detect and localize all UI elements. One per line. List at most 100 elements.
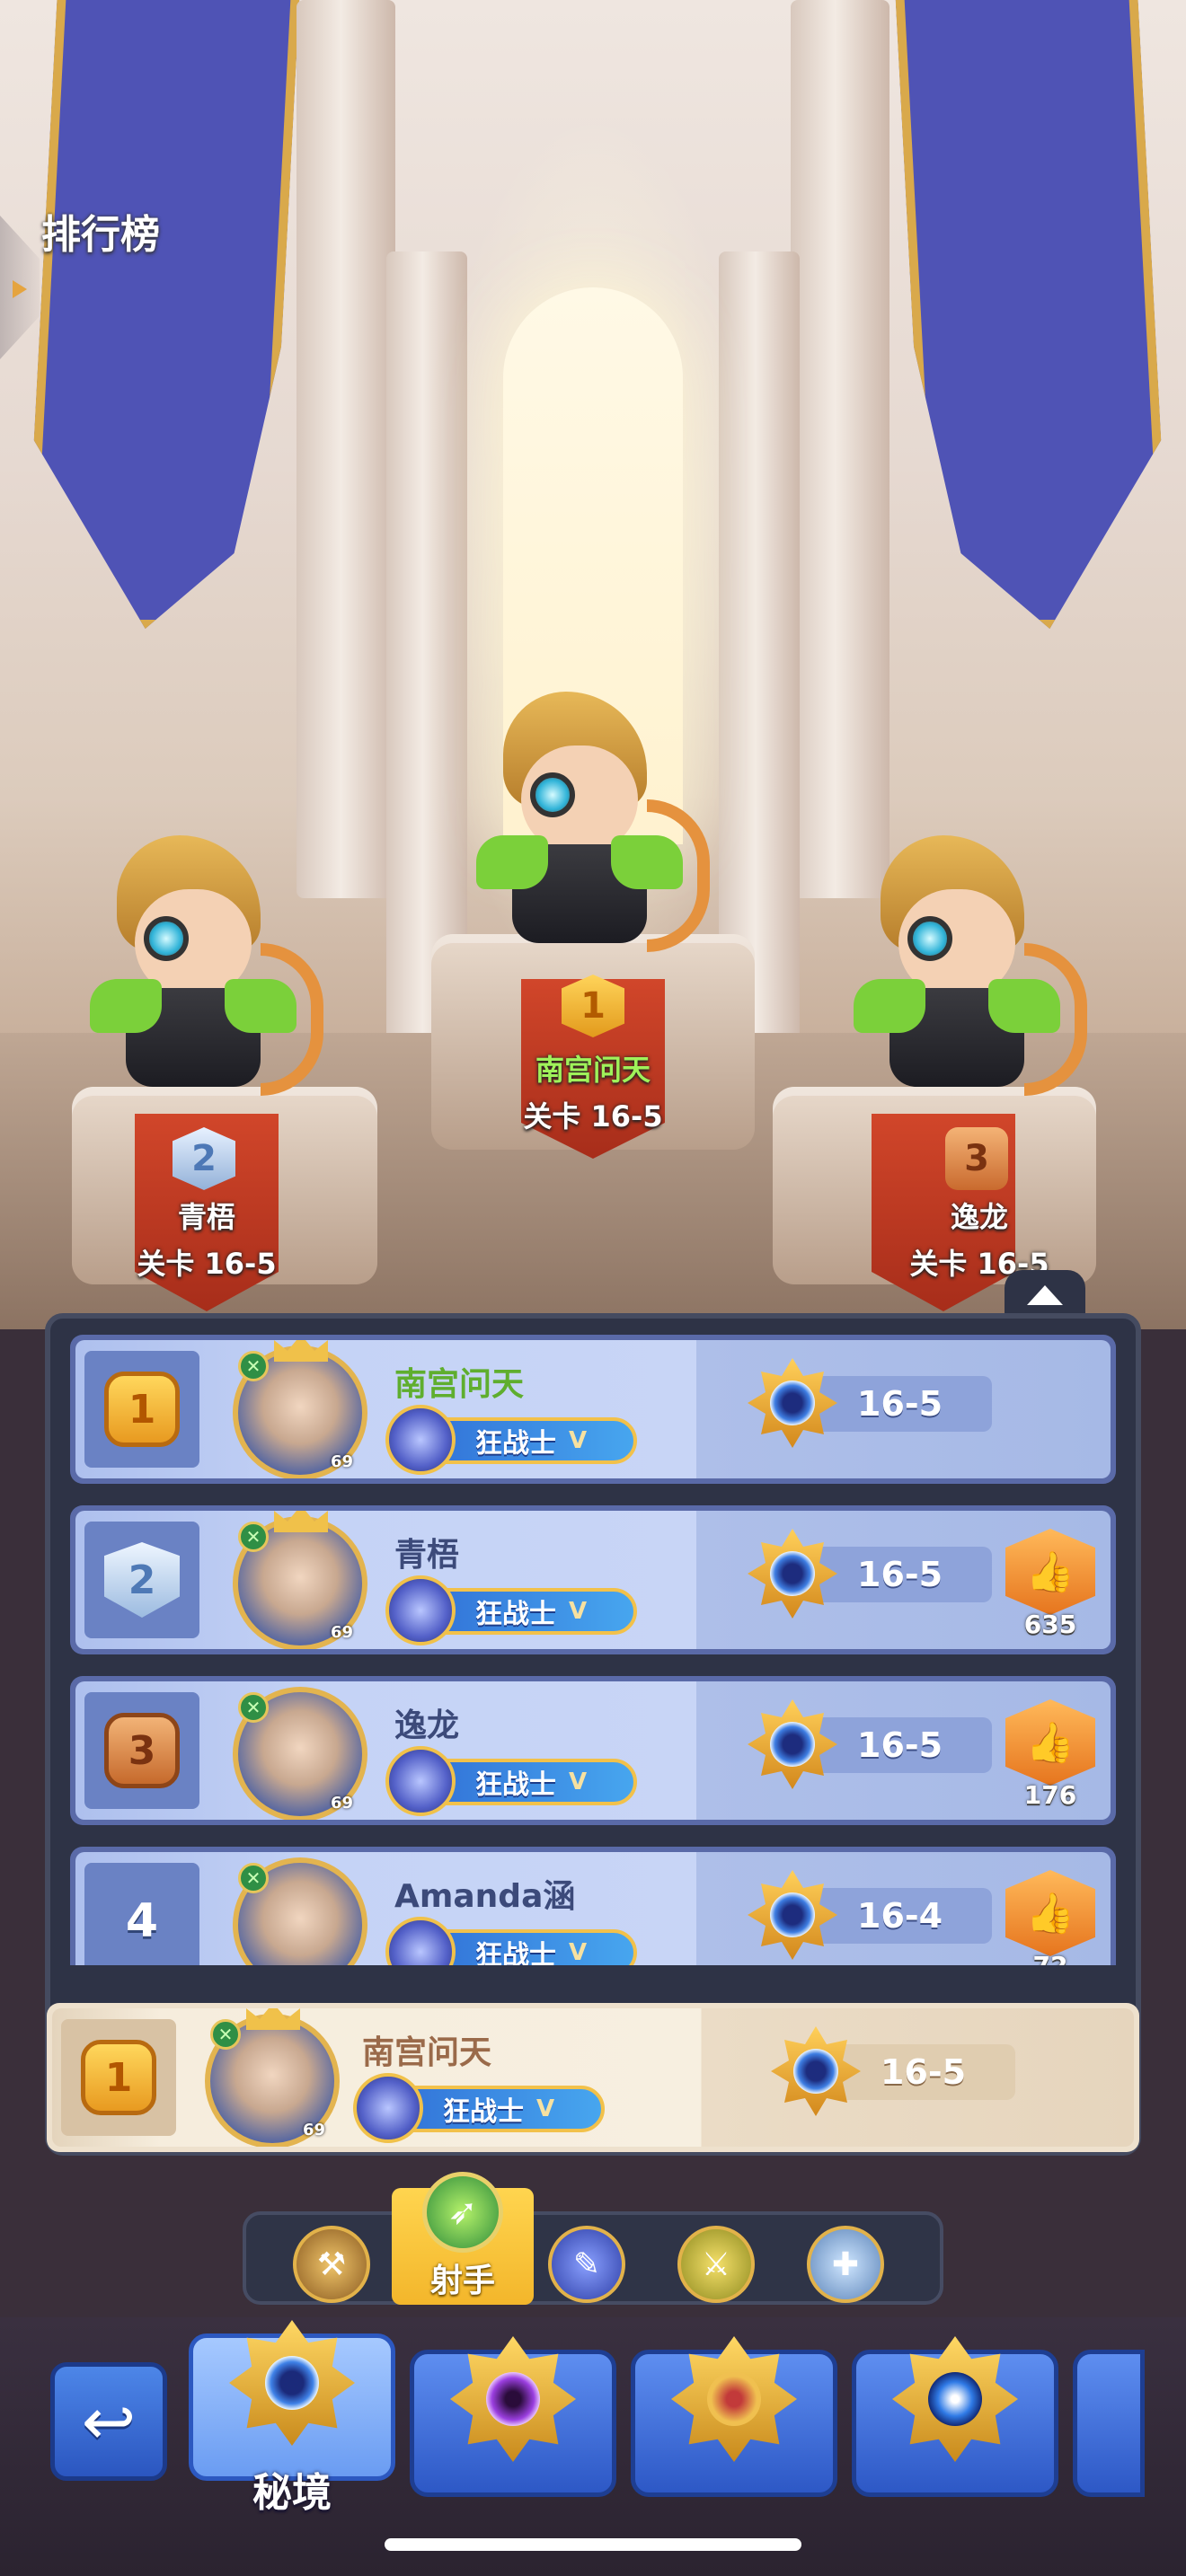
podium-label-second: 青梧 关卡 16-5 xyxy=(90,1195,323,1283)
avatar[interactable]: ✕ 69 xyxy=(233,1340,367,1478)
class-tier: V xyxy=(569,1769,588,1795)
return-arrow-icon: ↩ xyxy=(81,2384,137,2459)
avatar[interactable]: ✕ 69 xyxy=(205,2008,340,2147)
right-banner xyxy=(896,0,1172,629)
podium-scene: 1 2 3 南宫问天 关卡 16-5 青梧 关卡 16-5 逸龙 关卡 16-5… xyxy=(0,0,1186,1329)
staff-icon[interactable]: ✎ xyxy=(548,2226,625,2303)
class-tier: V xyxy=(569,1939,588,1965)
podium-stage: 关卡 16-5 xyxy=(523,1099,663,1134)
class-tier: V xyxy=(536,2095,555,2122)
hero-figure-second[interactable] xyxy=(81,835,323,1105)
stage-emblem-icon xyxy=(771,2026,861,2116)
crown-emblem-icon xyxy=(671,2336,797,2462)
left-banner xyxy=(24,0,300,629)
filter-archer-active[interactable]: ➶ 射手 xyxy=(392,2172,534,2305)
table-row[interactable]: 2 ✕ 69 青梧 狂战士 V 16-5 👍 635 xyxy=(70,1505,1116,1654)
side-drawer-arrow-icon[interactable] xyxy=(0,216,40,359)
berserker-icon xyxy=(385,1575,456,1645)
player-level: 69 xyxy=(330,1623,353,1642)
class-mini-icon: ✕ xyxy=(238,1351,269,1381)
leaderboard-list[interactable]: 1 ✕ 69 南宫问天 狂战士 V 16-5 2 ✕ 69 青梧 狂战士 V 1… xyxy=(70,1335,1116,1965)
mode-secret-realm[interactable]: 秘境 xyxy=(189,2320,395,2516)
player-level: 69 xyxy=(330,1452,353,1471)
page-title: 排行榜 xyxy=(41,212,160,258)
crown-icon xyxy=(274,1511,328,1532)
home-indicator[interactable] xyxy=(385,2538,801,2551)
stage-emblem-icon xyxy=(748,1699,837,1789)
rank-badge-silver: 2 xyxy=(104,1542,180,1618)
like-button[interactable]: 👍 xyxy=(1005,1870,1095,1956)
stage-emblem-icon xyxy=(748,1529,837,1619)
pillar xyxy=(791,0,890,898)
class-mini-icon: ✕ xyxy=(210,2019,241,2050)
class-mini-icon: ✕ xyxy=(238,1522,269,1552)
table-row[interactable]: 3 ✕ 69 逸龙 狂战士 V 16-5 👍 176 xyxy=(70,1676,1116,1825)
stage-value: 16-4 xyxy=(857,1896,943,1936)
thumbs-up-icon: 👍 xyxy=(1025,1549,1075,1595)
stage-emblem-icon xyxy=(748,1870,837,1960)
mode-star[interactable] xyxy=(852,2336,1058,2497)
class-mini-icon: ✕ xyxy=(238,1692,269,1723)
crown-icon xyxy=(246,2008,300,2030)
class-name: 狂战士 xyxy=(443,2096,524,2128)
class-name: 狂战士 xyxy=(475,1940,556,1965)
stage-value: 16-5 xyxy=(857,1555,943,1594)
like-count: 635 xyxy=(1023,1610,1077,1639)
player-name: 南宫问天 xyxy=(362,2034,492,2071)
like-button[interactable]: 👍 xyxy=(1005,1699,1095,1786)
podium-name: 青梧 xyxy=(177,1200,235,1234)
rank-badge-gold: 1 xyxy=(81,2040,156,2115)
cross-icon[interactable]: ✚ xyxy=(807,2226,884,2303)
mode-void[interactable] xyxy=(410,2336,616,2497)
rank-number: 4 xyxy=(125,1894,159,1948)
avatar[interactable]: ✕ 69 xyxy=(233,1687,367,1820)
thumbs-up-icon: 👍 xyxy=(1025,1720,1075,1766)
pillar xyxy=(296,0,395,898)
mode-crown[interactable] xyxy=(631,2336,837,2497)
rank-badge-bronze: 3 xyxy=(104,1713,180,1788)
table-row[interactable]: 1 ✕ 69 南宫问天 狂战士 V 16-5 xyxy=(70,1335,1116,1484)
rank-cell: 3 xyxy=(84,1692,199,1809)
berserker-icon xyxy=(353,2073,423,2143)
table-row[interactable]: 4 ✕ Amanda涵 狂战士 V 16-4 👍 72 xyxy=(70,1847,1116,1965)
podium-rank-badge-third: 3 xyxy=(945,1127,1008,1190)
mode-next-partial[interactable] xyxy=(1073,2350,1145,2497)
rank-cell: 4 xyxy=(84,1863,199,1965)
avatar[interactable]: ✕ 69 xyxy=(233,1511,367,1649)
player-name: 逸龙 xyxy=(394,1707,460,1744)
rank-cell: 1 xyxy=(84,1351,199,1468)
avatar[interactable]: ✕ xyxy=(233,1857,367,1965)
podium-name: 南宫问天 xyxy=(535,1053,651,1087)
player-name: 青梧 xyxy=(394,1537,460,1574)
thumbs-up-icon: 👍 xyxy=(1025,1891,1075,1936)
player-name: 南宫问天 xyxy=(394,1366,525,1403)
berserker-icon xyxy=(385,1917,456,1965)
like-count: 176 xyxy=(1023,1780,1077,1810)
class-tier: V xyxy=(569,1427,588,1454)
player-name: Amanda涵 xyxy=(394,1878,576,1915)
class-name: 狂战士 xyxy=(475,1769,556,1801)
stage-value: 16-5 xyxy=(881,2052,967,2092)
podium-label-first: 南宫问天 关卡 16-5 xyxy=(476,1047,710,1135)
sword-icon[interactable]: ⚔ xyxy=(677,2226,755,2303)
berserker-icon xyxy=(385,1405,456,1475)
like-button[interactable]: 👍 xyxy=(1005,1529,1095,1615)
bow-icon: ➶ xyxy=(422,2172,503,2253)
class-filter-bar: ⚒ ➶ 射手 ✎ ⚔ ✚ xyxy=(243,2172,943,2305)
back-button[interactable]: ↩ xyxy=(50,2362,167,2481)
class-mini-icon: ✕ xyxy=(238,1863,269,1893)
star-emblem-icon xyxy=(892,2336,1018,2462)
class-tier: V xyxy=(569,1598,588,1625)
rank-cell: 2 xyxy=(84,1522,199,1638)
hero-figure-third[interactable] xyxy=(845,835,1087,1105)
class-name: 狂战士 xyxy=(475,1599,556,1630)
axe-icon[interactable]: ⚒ xyxy=(293,2226,370,2303)
void-emblem-icon xyxy=(450,2336,576,2462)
self-rank-row[interactable]: 1 ✕ 69 南宫问天 狂战士 V 16-5 xyxy=(47,2003,1139,2152)
class-name: 狂战士 xyxy=(475,1428,556,1460)
hero-figure-first[interactable] xyxy=(467,692,710,961)
podium-name: 逸龙 xyxy=(950,1200,1008,1234)
like-count: 72 xyxy=(996,1951,1104,1965)
filter-label: 射手 xyxy=(429,2263,495,2299)
stage-value: 16-5 xyxy=(857,1384,943,1424)
